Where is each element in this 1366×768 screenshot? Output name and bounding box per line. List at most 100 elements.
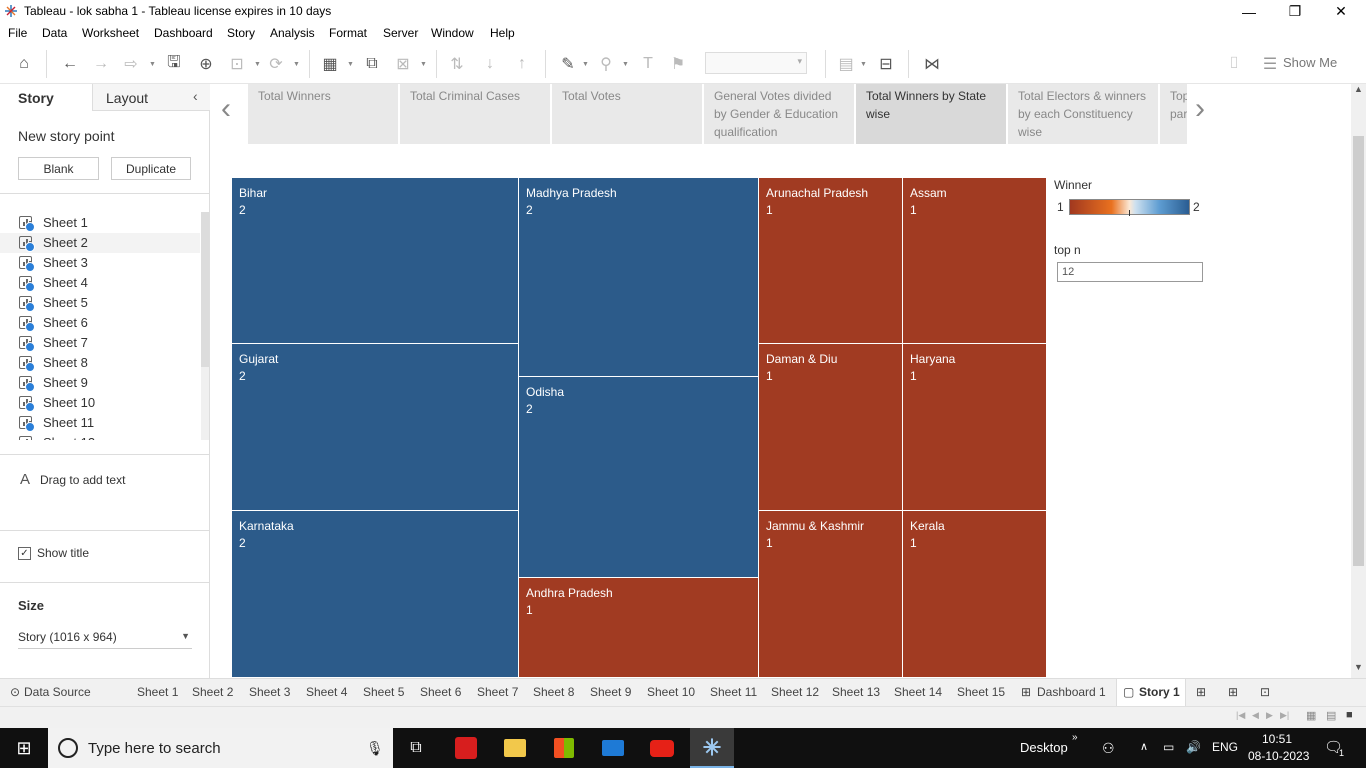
sort-descending-icon[interactable]: ↑: [512, 54, 532, 74]
people-icon[interactable]: ⚇: [1102, 740, 1115, 757]
redo-icon[interactable]: →: [91, 54, 111, 74]
vertical-scrollbar[interactable]: ▲ ▼: [1351, 84, 1366, 678]
tab-sheet[interactable]: Sheet 1: [137, 685, 178, 699]
chevron-down-icon[interactable]: ▼: [347, 61, 354, 68]
story-point-tab[interactable]: Total Winners: [248, 84, 398, 144]
last-page-icon[interactable]: ▶|: [1280, 710, 1289, 721]
show-me-icon[interactable]: ☰: [1260, 54, 1280, 74]
chevron-down-icon[interactable]: ▼: [293, 61, 300, 68]
story-sheet-item[interactable]: Sheet 3: [0, 253, 200, 273]
clear-sheet-icon[interactable]: ⊠: [393, 54, 413, 74]
format-painter-icon[interactable]: ⌷: [1224, 54, 1244, 74]
tab-sheet[interactable]: Sheet 12: [771, 685, 819, 699]
treemap-tile[interactable]: Jammu & Kashmir 1: [758, 510, 903, 677]
new-story-tab-icon[interactable]: ⊡: [1260, 685, 1270, 699]
scroll-down-icon[interactable]: ▼: [1354, 662, 1363, 672]
clock-time[interactable]: 10:51: [1262, 732, 1292, 746]
maximize-button[interactable]: ❐: [1272, 0, 1318, 23]
story-sheet-item[interactable]: Sheet 11: [0, 413, 200, 433]
label-icon[interactable]: T: [638, 54, 658, 74]
story-sheet-item[interactable]: Sheet 5: [0, 293, 200, 313]
next-page-icon[interactable]: ▶: [1266, 710, 1273, 721]
chevron-up-icon[interactable]: ∧: [1140, 740, 1148, 753]
new-dashboard-tab-icon[interactable]: ⊞: [1228, 685, 1238, 699]
task-view-icon[interactable]: ⧉: [396, 728, 436, 768]
treemap-tile[interactable]: Odisha 2: [518, 376, 759, 578]
scroll-up-icon[interactable]: ▲: [1354, 84, 1363, 94]
checkbox-icon[interactable]: ✓: [18, 546, 31, 560]
undo-icon[interactable]: ←: [60, 54, 80, 74]
grid-view-icon[interactable]: ▦: [1306, 709, 1316, 722]
chevron-down-icon[interactable]: ▼: [622, 61, 629, 68]
tab-sheet[interactable]: Sheet 8: [533, 685, 574, 699]
menu-story[interactable]: Story: [227, 26, 255, 40]
story-sheet-item[interactable]: Sheet 6: [0, 313, 200, 333]
treemap-tile[interactable]: Gujarat 2: [231, 343, 519, 511]
tab-sheet[interactable]: Sheet 11: [710, 685, 757, 699]
youtube-icon[interactable]: [641, 728, 683, 768]
new-worksheet-tab-icon[interactable]: ⊞: [1196, 685, 1206, 699]
language-indicator[interactable]: ENG: [1212, 740, 1238, 754]
clock-date[interactable]: 08-10-2023: [1248, 749, 1309, 763]
story-point-tab[interactable]: General Votes divided by Gender & Educat…: [704, 84, 854, 144]
tab-sheet[interactable]: Sheet 5: [363, 685, 404, 699]
tab-sheet[interactable]: Sheet 9: [590, 685, 631, 699]
tab-sheet[interactable]: Sheet 14: [894, 685, 942, 699]
home-icon[interactable]: ⌂: [14, 54, 34, 74]
tab-sheet[interactable]: Sheet 10: [647, 685, 695, 699]
pin-icon[interactable]: ⚑: [668, 54, 688, 74]
windows-start-icon[interactable]: ⊞: [0, 728, 48, 768]
story-point-tab[interactable]: Total Votes: [552, 84, 702, 144]
treemap-tile[interactable]: Andhra Pradesh 1: [518, 577, 759, 677]
duplicate-sheet-icon[interactable]: ⧉: [362, 54, 382, 74]
new-data-source-icon[interactable]: ⊕: [196, 54, 216, 74]
story-sheet-item[interactable]: Sheet 4: [0, 273, 200, 293]
next-story-point-icon[interactable]: ›: [1195, 92, 1205, 126]
treemap-tile[interactable]: Karnataka 2: [231, 510, 519, 677]
tab-story[interactable]: Story: [0, 84, 92, 111]
tab-story-1[interactable]: Story 1: [1139, 685, 1180, 699]
show-title-checkbox[interactable]: ✓ Show title: [18, 546, 89, 560]
top-n-input[interactable]: 12: [1057, 262, 1203, 282]
drag-to-add-text[interactable]: A Drag to add text: [20, 471, 125, 488]
fit-dropdown[interactable]: [705, 52, 807, 74]
story-point-tab[interactable]: Top par: [1160, 84, 1187, 144]
menu-help[interactable]: Help: [490, 26, 515, 40]
sort-ascending-icon[interactable]: ↓: [480, 54, 500, 74]
treemap-tile[interactable]: Kerala 1: [902, 510, 1046, 677]
share-icon[interactable]: ⋈: [922, 54, 942, 74]
sheet-list-scrollbar[interactable]: [201, 212, 209, 440]
tab-view-icon[interactable]: ■: [1346, 709, 1353, 721]
volume-icon[interactable]: 🔊: [1186, 740, 1201, 754]
menu-analysis[interactable]: Analysis: [270, 26, 315, 40]
treemap-tile[interactable]: Arunachal Pradesh 1: [758, 177, 903, 344]
story-point-tab[interactable]: Total Criminal Cases: [400, 84, 550, 144]
new-worksheet-icon[interactable]: ▦: [320, 54, 340, 74]
menu-window[interactable]: Window: [431, 26, 474, 40]
treemap-winners-by-state[interactable]: Bihar 2 Gujarat 2 Karnataka 2 Madhya Pradesh 2 O…: [231, 177, 1046, 677]
show-cards-icon[interactable]: ▤: [836, 54, 856, 74]
microphone-icon[interactable]: 🎙: [366, 740, 384, 757]
treemap-tile[interactable]: Madhya Pradesh 2: [518, 177, 759, 377]
treemap-tile[interactable]: Haryana 1: [902, 343, 1046, 511]
chevron-down-icon[interactable]: ▼: [582, 61, 589, 68]
replay-icon[interactable]: ⇨: [121, 54, 141, 74]
collapse-pane-icon[interactable]: ‹: [193, 88, 198, 104]
microsoft-store-icon[interactable]: [543, 728, 585, 768]
filmstrip-view-icon[interactable]: ▤: [1326, 709, 1336, 722]
show-me-button[interactable]: Show Me: [1283, 55, 1337, 70]
menu-data[interactable]: Data: [42, 26, 67, 40]
group-icon[interactable]: ⚲: [596, 54, 616, 74]
battery-icon[interactable]: ▭: [1163, 740, 1174, 754]
tab-data-source[interactable]: Data Source: [24, 685, 91, 699]
mail-icon[interactable]: [592, 728, 634, 768]
story-sheet-item[interactable]: Sheet 8: [0, 353, 200, 373]
tab-sheet[interactable]: Sheet 6: [420, 685, 461, 699]
tab-sheet[interactable]: Sheet 7: [477, 685, 518, 699]
tableau-taskbar-icon[interactable]: [690, 728, 734, 768]
menu-file[interactable]: File: [8, 26, 27, 40]
chevron-up-double-icon[interactable]: »: [1072, 732, 1078, 743]
menu-worksheet[interactable]: Worksheet: [82, 26, 139, 40]
story-sheet-item[interactable]: Sheet 7: [0, 333, 200, 353]
save-icon[interactable]: 🖫: [164, 54, 184, 74]
